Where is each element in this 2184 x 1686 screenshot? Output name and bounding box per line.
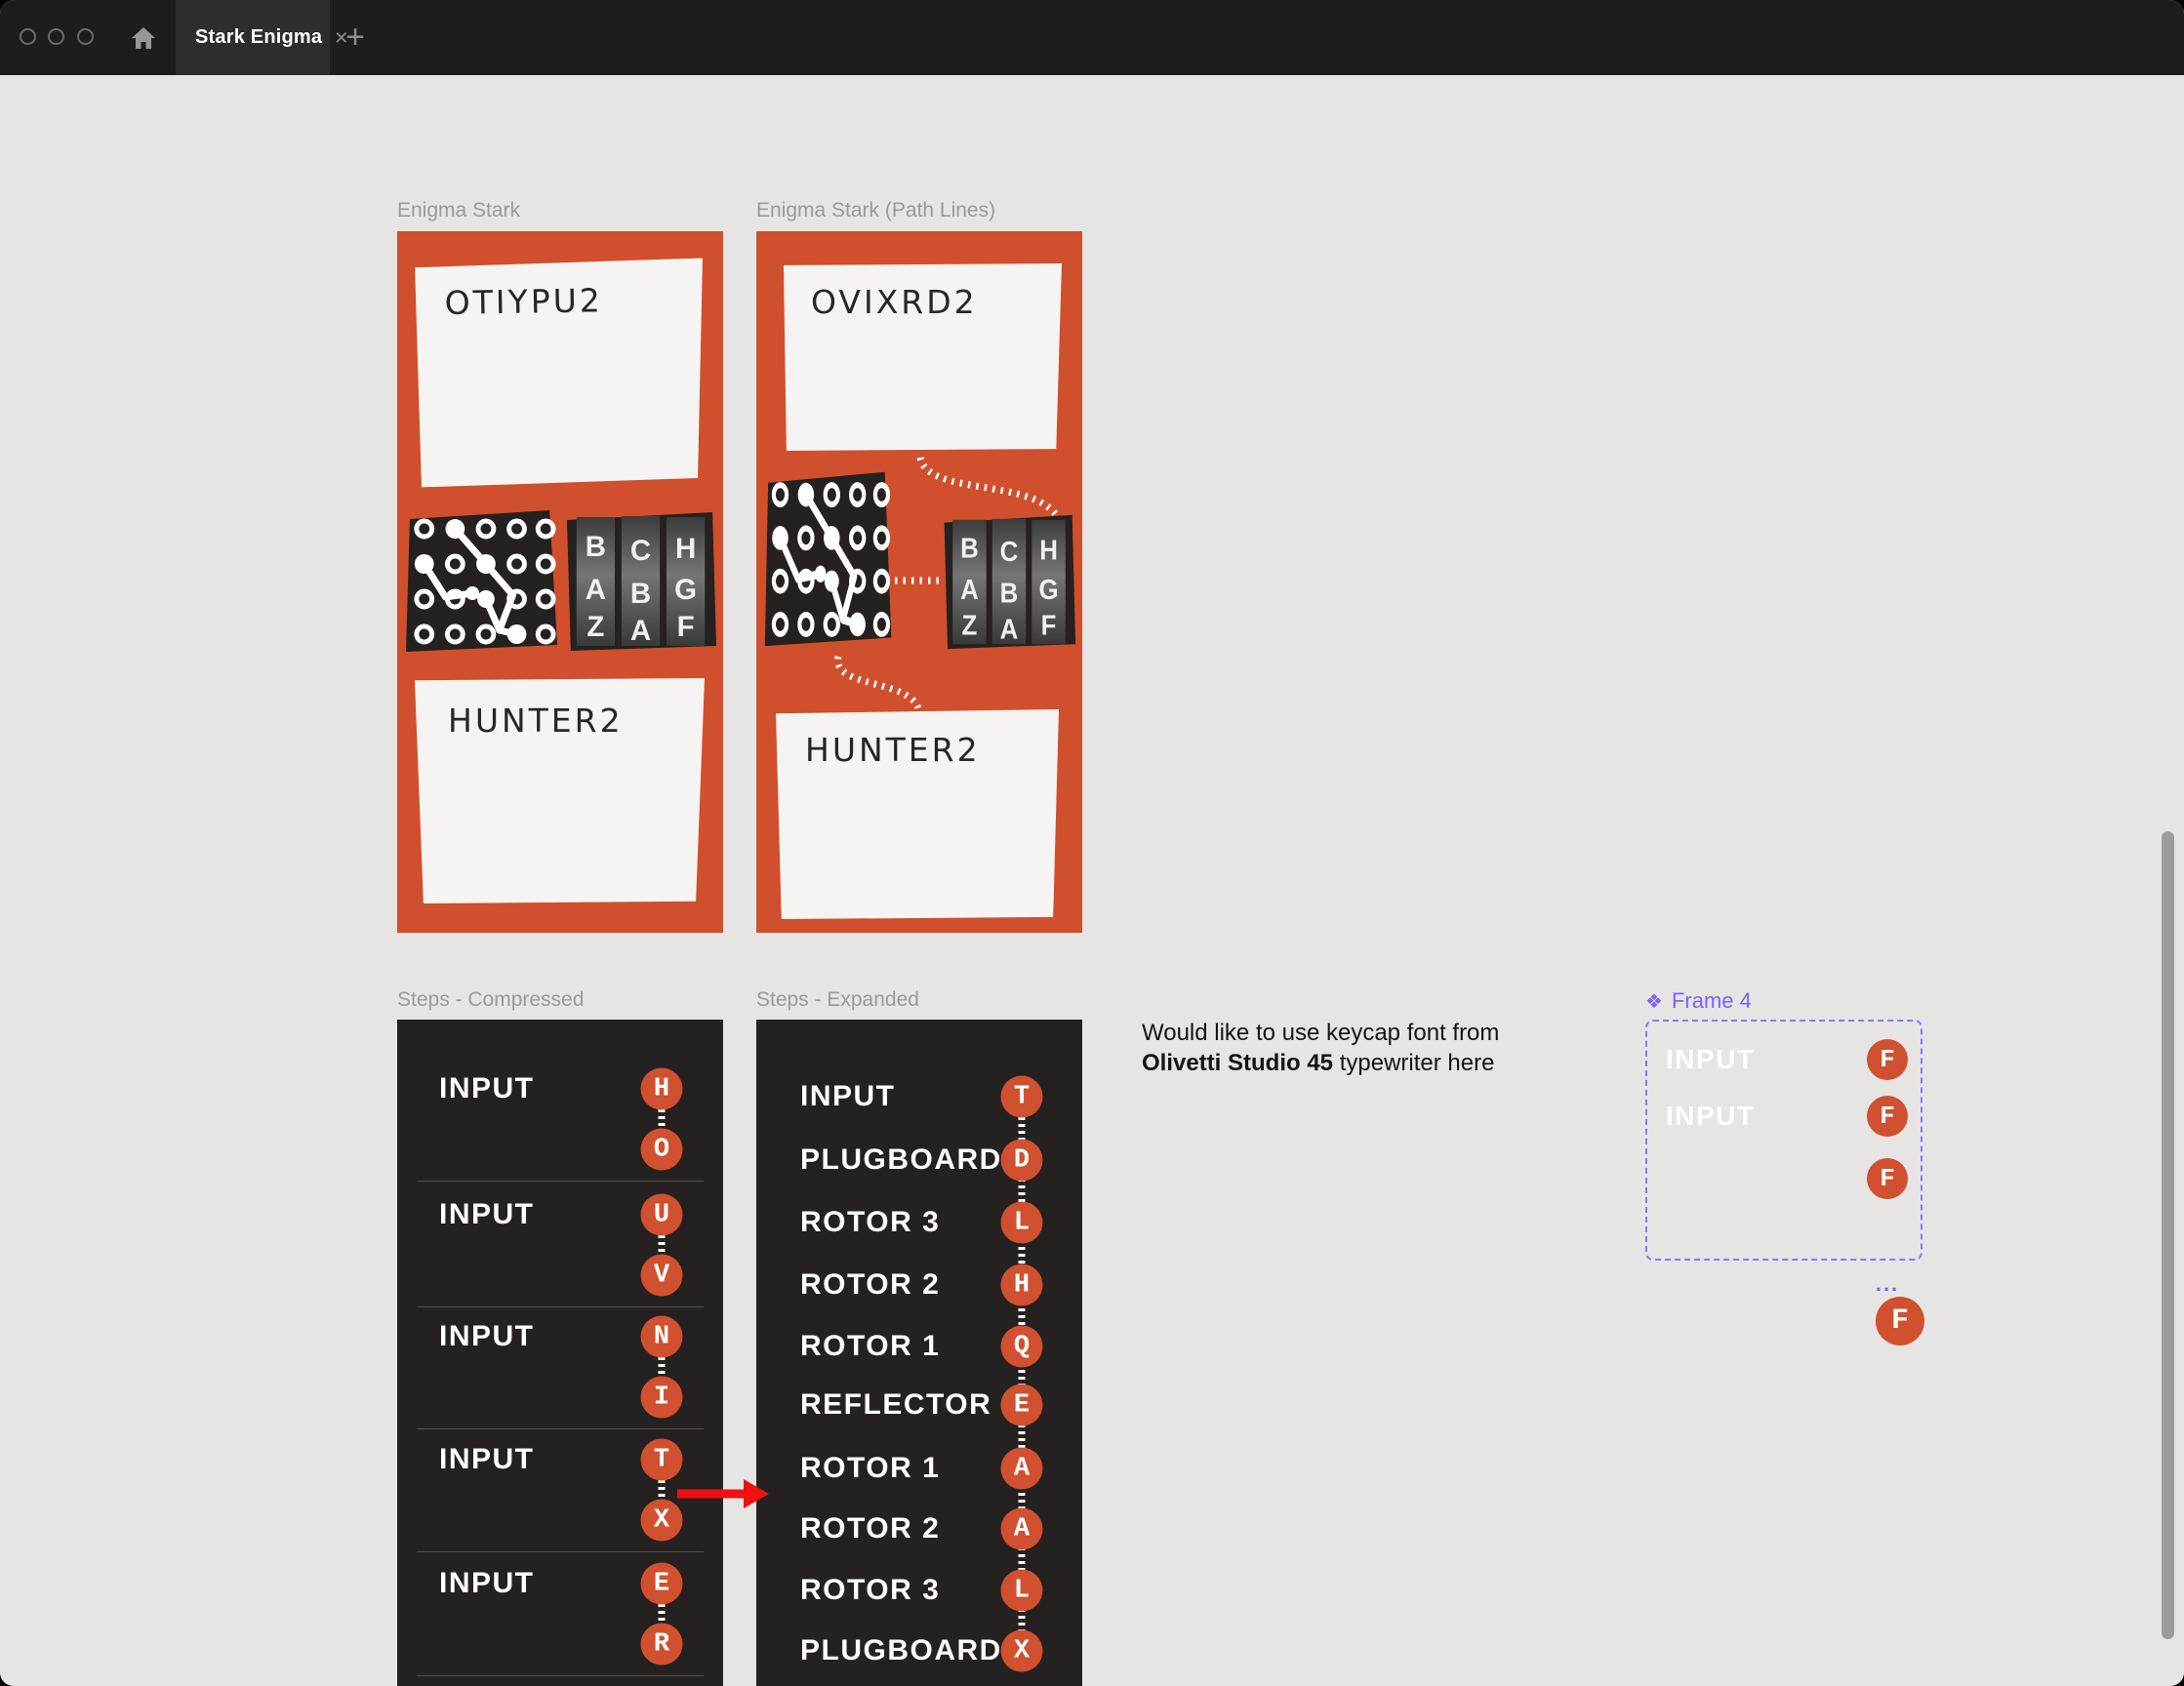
frame-label-enigma-stark[interactable]: Enigma Stark [397, 199, 520, 222]
keycap[interactable]: E [1000, 1384, 1043, 1426]
app-screen: Stark Enigma ✕ + Enigma Stark OTIYPU2 B … [0, 0, 2184, 1686]
keycap[interactable]: H [640, 1067, 683, 1110]
step-label: PLUGBOARD [800, 1634, 1002, 1666]
key-connector [658, 1357, 666, 1377]
keycap[interactable]: A [1000, 1447, 1043, 1490]
paper-output-text: OTIYPU2 [444, 281, 604, 323]
keycap[interactable]: I [640, 1376, 683, 1419]
title-bar: Stark Enigma ✕ + [0, 0, 2184, 75]
step-label: ROTOR 3 [800, 1206, 941, 1238]
rotor-letter: Z [586, 611, 604, 643]
rotor-letter: G [674, 574, 697, 606]
frame4-label-text: Frame 4 [1671, 988, 1752, 1013]
note-bold-text: Olivetti Studio 45 [1142, 1050, 1334, 1076]
step-label: PLUGBOARD [800, 1144, 1002, 1176]
rotor-letter: H [675, 533, 696, 565]
rotor-letter: A [586, 574, 606, 606]
frame-steps-expanded[interactable]: INPUT T PLUGBOARD D ROTOR 3 L ROTOR 2 H … [756, 1020, 1082, 1686]
key-connector [658, 1604, 666, 1624]
paper-input[interactable]: HUNTER2 [415, 678, 705, 903]
keycap[interactable]: R [640, 1623, 683, 1666]
keycap[interactable]: F [1867, 1158, 1908, 1199]
frame-label-steps-compressed[interactable]: Steps - Compressed [397, 988, 584, 1012]
row-divider [417, 1181, 704, 1182]
plugboard-graphic[interactable] [405, 507, 559, 656]
frame-steps-compressed[interactable]: INPUT H O INPUT U V INPUT N I INPUT T X … [397, 1020, 723, 1686]
rotor-letter: F [677, 611, 695, 643]
step-label: REFLECTOR [800, 1388, 992, 1421]
keycap[interactable]: U [640, 1193, 683, 1236]
home-button[interactable] [127, 21, 160, 55]
keycap-detached[interactable]: F [1876, 1297, 1924, 1345]
key-connector [658, 1480, 666, 1500]
plus-icon: + [345, 18, 365, 56]
keycap[interactable]: Q [1000, 1325, 1043, 1368]
row-divider [417, 1675, 704, 1676]
new-tab-button[interactable]: + [338, 18, 373, 57]
step-label: ROTOR 1 [800, 1452, 941, 1484]
signal-path-lines [834, 456, 1061, 710]
keycap[interactable]: N [640, 1315, 683, 1358]
row-divider [417, 1551, 704, 1552]
step-label: ROTOR 2 [800, 1268, 941, 1301]
keycap[interactable]: L [1000, 1569, 1043, 1612]
row-divider [417, 1428, 704, 1429]
home-icon [132, 27, 155, 49]
tab-stark-enigma[interactable]: Stark Enigma ✕ [176, 0, 348, 75]
rotor-letter: C [630, 535, 651, 567]
step-label: INPUT [439, 1320, 535, 1352]
rotor-wheels-graphic[interactable]: B A Z C B A H G F [564, 510, 717, 653]
keycap[interactable]: L [1000, 1201, 1043, 1244]
keycap[interactable]: H [1000, 1264, 1043, 1306]
note-after-text: typewriter here [1333, 1050, 1495, 1076]
keycap[interactable]: O [640, 1128, 683, 1171]
step-label: INPUT [439, 1567, 535, 1599]
keycap[interactable]: X [1000, 1629, 1043, 1672]
rotor-letter: B [586, 531, 606, 563]
keycap[interactable]: D [1000, 1139, 1043, 1182]
app-window: Stark Enigma ✕ + Enigma Stark OTIYPU2 B … [0, 0, 2184, 1686]
step-label: INPUT [800, 1080, 896, 1112]
step-label: INPUT [1666, 1101, 1756, 1131]
rotor-letter: B [630, 578, 651, 610]
annotation-note[interactable]: Would like to use keycap font from Olive… [1142, 1018, 1552, 1078]
row-divider [417, 1306, 704, 1307]
paper-input-text: HUNTER2 [448, 702, 624, 740]
step-label: INPUT [439, 1072, 535, 1104]
frame-enigma-stark-path-lines[interactable]: OVIXRD2 B A Z C B A H G F HUNTER2 [756, 231, 1082, 933]
step-label: ROTOR 1 [800, 1330, 941, 1362]
step-label: INPUT [1666, 1044, 1756, 1074]
paper-output[interactable]: OTIYPU2 [415, 258, 707, 487]
step-label: INPUT [439, 1198, 535, 1230]
vertical-scrollbar-thumb[interactable] [2162, 831, 2174, 1639]
note-line-1: Would like to use keycap font from [1142, 1020, 1500, 1046]
frame4-label[interactable]: ❖ Frame 4 [1645, 988, 1752, 1014]
step-label: INPUT [439, 1443, 535, 1475]
traffic-light-zoom[interactable] [77, 28, 94, 45]
keycap[interactable]: F [1867, 1039, 1908, 1080]
frame-enigma-stark[interactable]: OTIYPU2 B A Z C B A H G F HUNTER2 [397, 231, 723, 933]
tab-title: Stark Enigma [195, 26, 323, 48]
overflow-dots: ... [1875, 1271, 1900, 1296]
traffic-light-minimize[interactable] [48, 28, 64, 45]
keycap[interactable]: F [1867, 1096, 1908, 1137]
keycap[interactable]: E [640, 1562, 683, 1605]
frame4-component-set[interactable]: INPUT F INPUT F F [1645, 1020, 1922, 1261]
red-arrow[interactable] [671, 1476, 773, 1511]
component-set-icon: ❖ [1645, 990, 1663, 1013]
step-label: ROTOR 3 [800, 1574, 941, 1606]
frame-label-steps-expanded[interactable]: Steps - Expanded [756, 988, 919, 1012]
keycap[interactable]: A [1000, 1507, 1043, 1550]
rotor-letter: A [630, 615, 651, 647]
keycap[interactable]: T [640, 1438, 683, 1481]
design-canvas[interactable]: Enigma Stark OTIYPU2 B A Z C B A H G F H… [0, 75, 2184, 1686]
key-connector [658, 1235, 666, 1255]
keycap[interactable]: T [1000, 1075, 1043, 1118]
note-line-2: Olivetti Studio 45 typewriter here [1142, 1048, 1552, 1078]
traffic-light-close[interactable] [20, 28, 36, 45]
frame-label-enigma-stark-path-lines[interactable]: Enigma Stark (Path Lines) [756, 199, 995, 222]
step-label: ROTOR 2 [800, 1512, 941, 1545]
keycap[interactable]: V [640, 1254, 683, 1297]
key-connector [658, 1109, 666, 1129]
